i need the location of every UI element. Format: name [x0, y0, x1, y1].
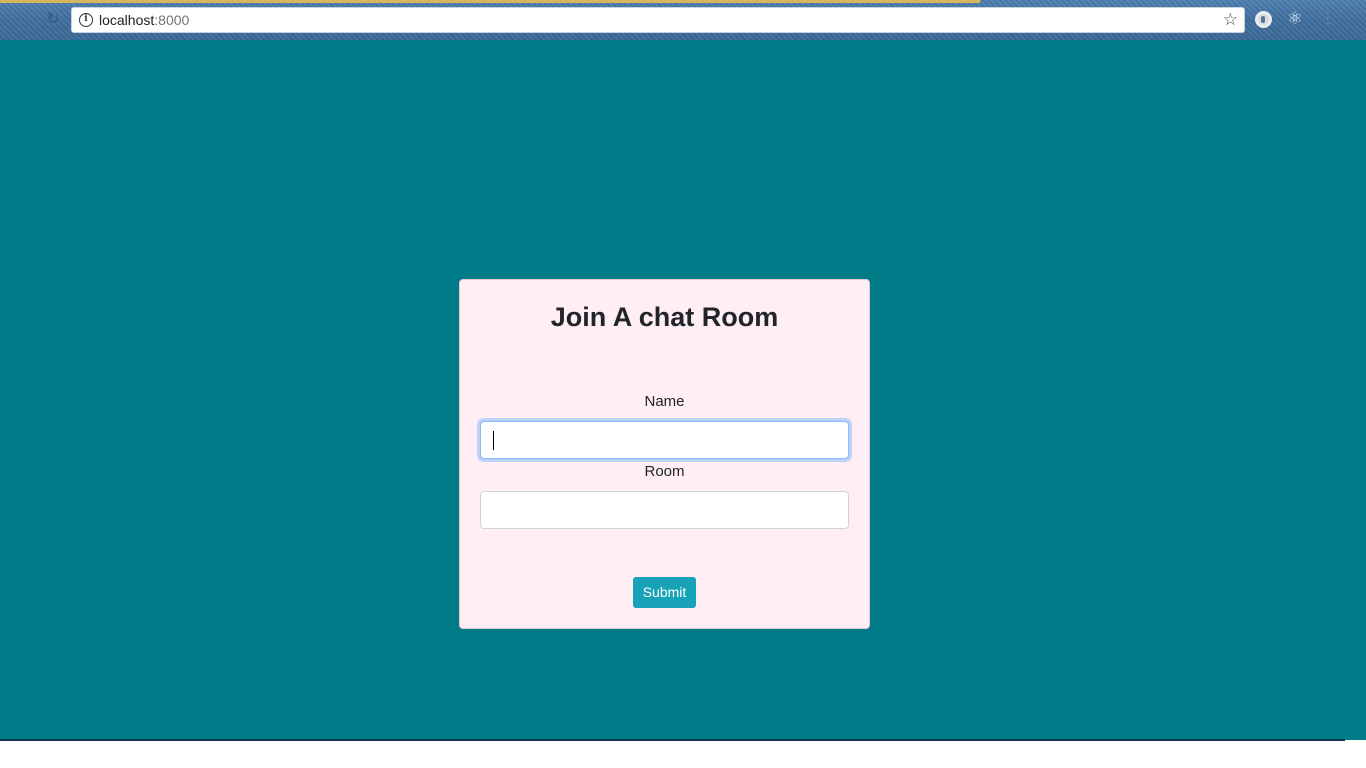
menu-icon[interactable]: ⋮	[1320, 9, 1336, 29]
address-bar[interactable]: i localhost:8000 ☆	[71, 7, 1245, 33]
address-url[interactable]: localhost:8000	[99, 12, 189, 28]
url-host: localhost	[99, 12, 155, 28]
join-room-card: Join A chat Room Name Room Submit	[459, 279, 870, 629]
star-icon[interactable]: ☆	[1223, 11, 1238, 29]
room-label: Room	[644, 463, 685, 480]
submit-button[interactable]: Submit	[633, 577, 696, 608]
room-input[interactable]	[480, 491, 849, 529]
reload-icon[interactable]: ↻	[44, 11, 62, 29]
extension-icon[interactable]	[1255, 11, 1272, 28]
react-devtools-icon[interactable]: ⚛	[1286, 10, 1304, 28]
scrollbar-gutter	[1345, 40, 1366, 740]
tab-strip-edge	[0, 0, 980, 3]
text-caret	[493, 431, 494, 450]
browser-toolbar: ↻ i localhost:8000 ☆ ⚛ ⋮	[0, 0, 1366, 40]
name-label: Name	[644, 393, 685, 410]
info-icon[interactable]: i	[79, 13, 93, 27]
name-input[interactable]	[480, 421, 849, 459]
viewport-bottom-edge	[0, 739, 1345, 741]
url-port: :8000	[154, 12, 190, 28]
page-title: Join A chat Room	[550, 302, 779, 332]
page-viewport: Join A chat Room Name Room Submit	[0, 40, 1345, 740]
